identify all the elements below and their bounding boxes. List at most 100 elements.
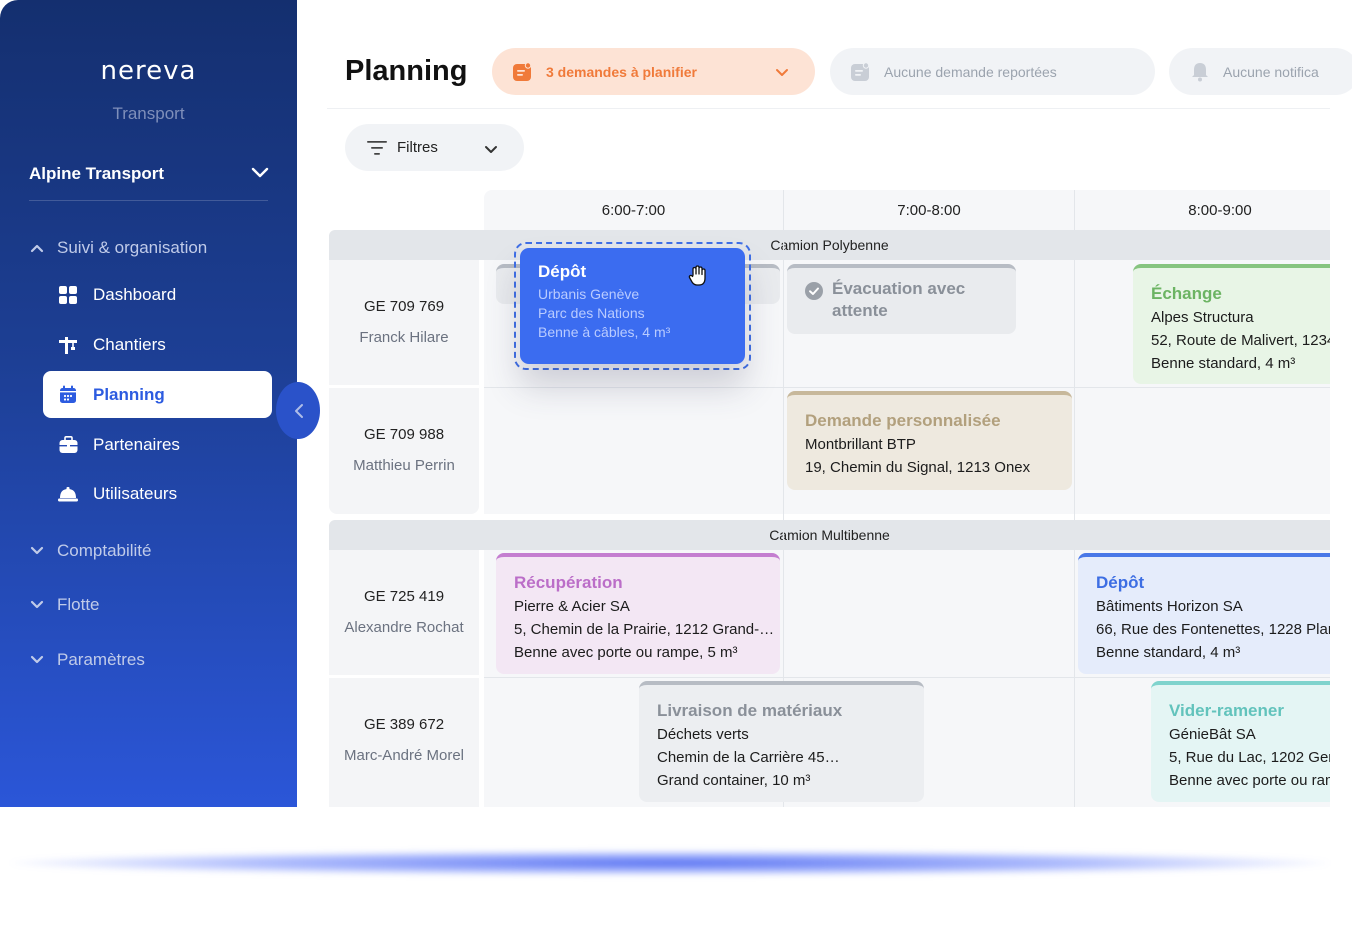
chevron-down-icon (30, 655, 44, 664)
card-title: Dépôt (1096, 573, 1145, 592)
section-label: Flotte (57, 595, 100, 614)
chevron-down-icon (251, 164, 269, 184)
vehicle-plate: GE 389 672 (363, 716, 445, 733)
clipboard-icon (512, 61, 532, 82)
grid-line (1074, 190, 1075, 807)
card-container: Grand container, 10 m³ (657, 772, 811, 789)
app-subtitle: Transport (112, 104, 185, 123)
card-client: Alpes Structura (1151, 309, 1254, 326)
chevron-down-icon (30, 546, 44, 555)
mission-card-demande-personnalisee[interactable]: Demande personnalisée Montbrillant BTP 1… (787, 391, 1072, 490)
filters-button[interactable]: Filtres (345, 124, 524, 171)
card-client: Pierre & Acier SA (514, 598, 630, 615)
section-label: Comptabilité (57, 541, 152, 560)
card-address: 5, Rue du Lac, 1202 Gene (1169, 749, 1330, 766)
requests-to-plan-dropdown[interactable]: 3 demandes à planifier (492, 48, 815, 95)
divider (327, 108, 1330, 109)
card-client: Montbrillant BTP (805, 436, 916, 453)
section-flotte[interactable]: Flotte (30, 593, 100, 617)
card-title: Vider-ramener (1169, 701, 1284, 720)
mission-card-livraison[interactable]: Livraison de matériaux Déchets verts Che… (639, 681, 924, 802)
sidebar-item-planning[interactable]: Planning (43, 371, 272, 418)
section-comptabilite[interactable]: Comptabilité (30, 539, 152, 563)
hard-hat-icon (58, 484, 78, 504)
section-suivi-organisation[interactable]: Suivi & organisation (30, 236, 207, 260)
app-logo: nereva (100, 56, 197, 86)
organization-name: Alpine Transport (29, 164, 165, 183)
section-parametres[interactable]: Paramètres (30, 648, 145, 672)
sidebar-item-utilisateurs[interactable]: Utilisateurs (43, 470, 272, 517)
chevron-down-icon (30, 600, 44, 609)
card-title: Échange (1151, 284, 1222, 303)
grid-line (484, 677, 1330, 678)
crane-icon (58, 335, 78, 355)
driver-name: Alexandre Rochat (344, 619, 464, 636)
mission-card-recuperation[interactable]: Récupération Pierre & Acier SA 5, Chemin… (496, 553, 780, 674)
chevron-up-icon (30, 244, 44, 253)
page-title: Planning (345, 55, 468, 87)
mission-card-vider-ramener[interactable]: Vider-ramener GénieBât SA 5, Rue du Lac,… (1151, 681, 1330, 802)
card-address: 66, Rue des Fontenettes, 1228 Plan (1096, 621, 1330, 638)
card-client: Déchets verts (657, 726, 749, 743)
card-container: Benne standard, 4 m³ (1096, 644, 1241, 661)
sidebar-item-label: Dashboard (93, 284, 177, 304)
card-address: Parc des Nations (538, 305, 645, 321)
vehicle-row-label: GE 709 769 Franck Hilare (329, 260, 479, 385)
vehicle-group-header: Camion Polybenne (329, 230, 1330, 260)
grid-line (484, 387, 1330, 388)
card-address: 52, Route de Malivert, 1234 (1151, 332, 1330, 349)
vehicle-row-label: GE 725 419 Alexandre Rochat (329, 550, 479, 675)
driver-name: Matthieu Perrin (353, 457, 455, 474)
card-title: Demande personnalisée (805, 411, 1001, 430)
vehicle-plate: GE 725 419 (363, 588, 445, 605)
vehicle-plate: GE 709 988 (363, 426, 445, 443)
card-address: Chemin de la Carrière 45… (657, 749, 840, 766)
card-address: 5, Chemin de la Prairie, 1212 Grand-… (514, 621, 775, 638)
card-container: Benne avec porte ou rampe, 5 m³ (514, 644, 738, 661)
postponed-requests-indicator[interactable]: Aucune demande reportées (830, 48, 1155, 95)
mission-card-echange[interactable]: Échange Alpes Structura 52, Route de Mal… (1133, 264, 1330, 384)
filter-icon (367, 140, 387, 155)
calendar-icon (58, 385, 78, 405)
sidebar-item-partenaires[interactable]: Partenaires (43, 421, 272, 468)
planning-board: 6:00-7:00 7:00-8:00 8:00-9:00 Camion Pol… (329, 190, 1330, 807)
mission-card-evacuation[interactable]: Évacuation avec attente (787, 264, 1016, 334)
decorative-glow (10, 850, 1330, 876)
driver-name: Marc-André Morel (343, 747, 465, 764)
vehicle-plate: GE 709 769 (363, 298, 445, 315)
vehicle-row-label: GE 709 988 Matthieu Perrin (329, 388, 479, 514)
notifications-indicator[interactable]: Aucune notifica (1169, 48, 1352, 95)
section-label: Paramètres (57, 650, 145, 669)
sidebar-item-dashboard[interactable]: Dashboard (43, 271, 272, 318)
check-circle-icon (805, 282, 823, 300)
mission-card-depot[interactable]: Dépôt Bâtiments Horizon SA 66, Rue des F… (1078, 553, 1330, 674)
sidebar-item-label: Utilisateurs (93, 483, 178, 503)
bell-icon (1191, 62, 1209, 82)
sidebar-item-label: Chantiers (93, 334, 166, 354)
card-container: Benne standard, 4 m³ (1151, 355, 1296, 372)
organization-selector[interactable]: Alpine Transport (29, 162, 269, 186)
card-client: GénieBât SA (1169, 726, 1256, 743)
sidebar: nereva Transport Alpine Transport Suivi … (0, 0, 297, 807)
collapse-sidebar-button[interactable] (276, 382, 320, 439)
card-title: Récupération (514, 573, 623, 592)
dragged-mission-card[interactable]: Dépôt Urbanis Genève Parc des Nations Be… (520, 248, 745, 364)
time-slot-header: 7:00-8:00 (784, 190, 1075, 230)
card-address: 19, Chemin du Signal, 1213 Onex (805, 459, 1031, 476)
section-label: Suivi & organisation (57, 238, 208, 257)
requests-to-plan-label: 3 demandes à planifier (546, 63, 697, 80)
notifications-label: Aucune notifica (1223, 63, 1319, 80)
dashboard-icon (58, 285, 78, 305)
divider (29, 200, 268, 201)
card-title: Livraison de matériaux (657, 701, 843, 720)
card-title: Évacuation avec attente (832, 279, 966, 320)
time-slot-header: 8:00-9:00 (1075, 190, 1330, 230)
sidebar-item-label: Partenaires (93, 434, 180, 454)
card-container: Benne à câbles, 4 m³ (538, 324, 671, 340)
sidebar-item-chantiers[interactable]: Chantiers (43, 321, 272, 368)
vehicle-group-header: Camion Multibenne (329, 520, 1330, 550)
filters-label: Filtres (397, 139, 438, 156)
briefcase-icon (58, 435, 78, 455)
chevron-down-icon (775, 65, 789, 81)
sidebar-item-label: Planning (93, 384, 165, 404)
